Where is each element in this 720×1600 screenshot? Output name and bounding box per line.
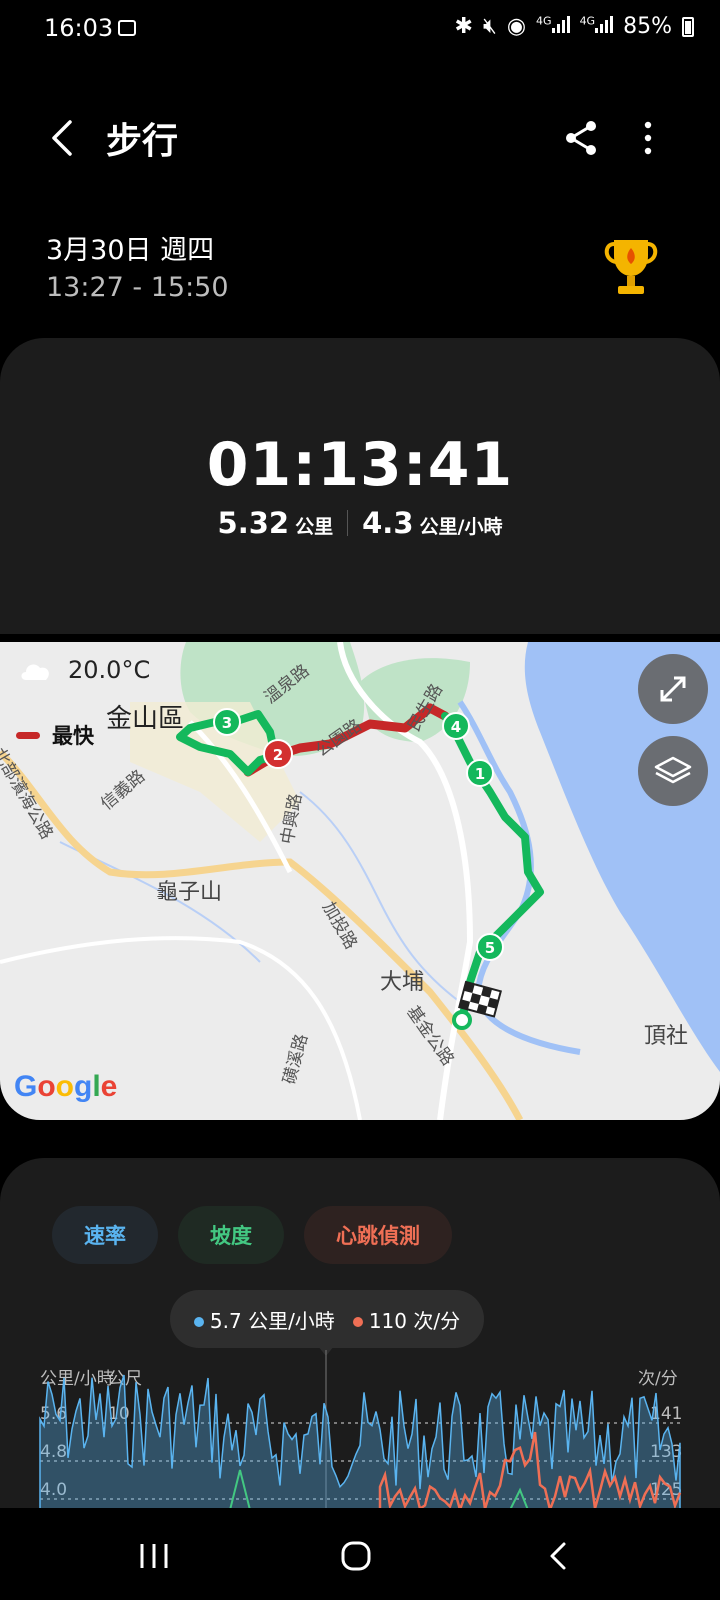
google-letter: g [74, 1070, 93, 1103]
tab-heart-rate[interactable]: 心跳偵測 [304, 1206, 452, 1264]
back-icon [550, 1542, 566, 1570]
map-layers-button[interactable] [638, 736, 708, 806]
tooltip-heart: 110 次/分 [352, 1305, 460, 1334]
session-time-range: 13:27 - 15:50 [46, 272, 229, 303]
status-bar: 16:03 ✱ 🔇︎ ◉ 4G 4G 85% [0, 0, 720, 62]
status-time: 16:03 [44, 14, 114, 42]
google-letter: o [55, 1070, 74, 1103]
legend-fastest: 最快 [16, 720, 94, 750]
legend-fastest-label: 最快 [52, 724, 94, 748]
place-label: 金山區 [106, 704, 185, 734]
more-vertical-icon [644, 121, 652, 155]
google-letter: e [100, 1070, 118, 1103]
svg-text:2: 2 [273, 746, 283, 764]
route-marker-4: 4 [442, 712, 470, 740]
battery-percent: 85% [623, 14, 672, 39]
duration-value: 01:13:41 [206, 430, 514, 500]
signal-icon [595, 15, 614, 33]
session-date: 3月30日 週四 [46, 235, 215, 266]
route-marker-1: 1 [466, 759, 494, 787]
google-attribution: Google [14, 1070, 117, 1104]
svg-text:3: 3 [222, 714, 232, 732]
network-type-2: 4G [579, 14, 596, 28]
route-marker-3: 3 [213, 708, 241, 736]
mute-icon: 🔇︎ [482, 14, 497, 39]
route-marker-5: 5 [476, 933, 504, 961]
distance-value: 5.32 [217, 506, 290, 540]
weather-temperature: 20.0°C [68, 656, 151, 684]
page-title: 步行 [106, 121, 179, 162]
activity-chart[interactable] [0, 1350, 720, 1510]
avg-speed-unit: 公里/小時 [419, 516, 503, 538]
chart-tooltip: 5.7 公里/小時 110 次/分 [170, 1290, 484, 1348]
bluetooth-icon: ✱ [454, 14, 473, 39]
recent-apps-button[interactable] [124, 1536, 184, 1576]
svg-text:1: 1 [475, 765, 485, 783]
route-marker-2: 2 [263, 739, 293, 769]
place-label: 頂社 [644, 1024, 689, 1049]
stats-row: 5.32 公里 4.3 公里/小時 [0, 506, 720, 540]
place-label: 大埔 [380, 970, 425, 995]
share-icon [566, 121, 596, 155]
stats-divider [347, 510, 349, 536]
tab-slope[interactable]: 坡度 [178, 1206, 284, 1264]
cloud-icon [21, 664, 49, 680]
google-letter: G [14, 1070, 38, 1103]
place-label: 龜子山 [156, 880, 223, 905]
distance-unit: 公里 [295, 516, 334, 538]
fastest-swatch [16, 731, 40, 739]
image-icon [118, 20, 136, 36]
more-options-button[interactable] [626, 116, 670, 160]
back-button[interactable] [38, 112, 90, 164]
battery-icon [682, 16, 694, 37]
home-icon [341, 1541, 371, 1571]
start-point-icon [452, 1010, 472, 1030]
expand-map-button[interactable] [638, 654, 708, 724]
svg-text:4: 4 [451, 718, 461, 736]
route-map[interactable]: 1 2 3 4 5 20.0°C 最快 金山區 龜子山 大埔 頂社 溫泉路 公園… [0, 642, 720, 1120]
recents-icon [140, 1544, 168, 1568]
avg-speed-value: 4.3 [362, 506, 414, 540]
network-type-1: 4G [536, 14, 552, 28]
home-button[interactable] [326, 1536, 386, 1576]
tooltip-speed: 5.7 公里/小時 [193, 1305, 335, 1334]
expand-icon [660, 676, 686, 702]
tab-speed[interactable]: 速率 [52, 1206, 158, 1264]
speed-series [39, 1374, 681, 1510]
status-icons: ✱ 🔇︎ ◉ 4G 4G 85% [455, 14, 694, 39]
chevron-left-icon [52, 120, 72, 156]
google-letter: o [37, 1070, 56, 1103]
system-back-button[interactable] [528, 1536, 588, 1576]
share-button[interactable] [560, 116, 604, 160]
svg-text:5: 5 [485, 939, 495, 957]
trophy-icon[interactable] [600, 234, 662, 300]
hotspot-icon: ◉ [506, 14, 527, 39]
signal-icon [551, 15, 570, 33]
google-letter: l [92, 1070, 101, 1103]
layers-icon [654, 756, 692, 784]
